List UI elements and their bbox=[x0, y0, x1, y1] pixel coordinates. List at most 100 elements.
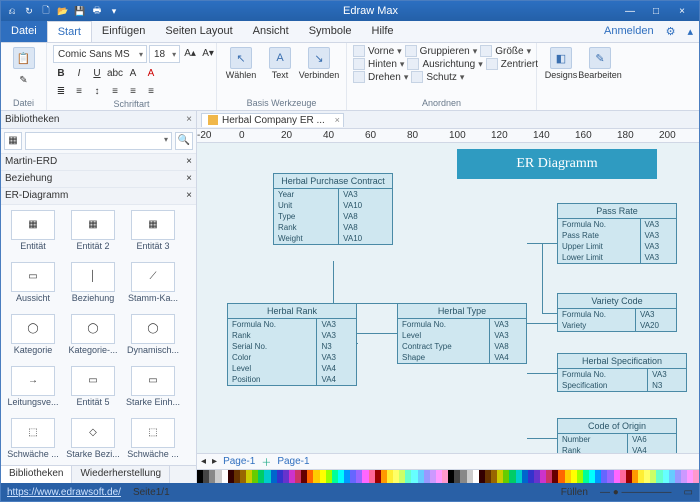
bottom-tab-bibliotheken[interactable]: Bibliotheken bbox=[1, 466, 72, 483]
numbering-button[interactable]: ≡ bbox=[71, 83, 87, 99]
qat-open-icon[interactable]: 📂 bbox=[56, 4, 70, 18]
shape-Kategorie[interactable]: ◯Kategorie bbox=[3, 311, 63, 363]
shape-Entität 3[interactable]: ▦Entität 3 bbox=[123, 207, 183, 259]
qat-save-icon[interactable]: 💾 bbox=[73, 4, 87, 18]
arrange-group[interactable]: Gruppieren bbox=[420, 46, 470, 57]
document-tab[interactable]: Herbal Company ER ...× bbox=[201, 113, 344, 127]
menu-symbols[interactable]: Symbole bbox=[299, 21, 362, 42]
designs-button[interactable]: ◧Designs bbox=[543, 45, 579, 80]
group-erd-close[interactable]: × bbox=[186, 190, 192, 201]
font-size-select[interactable]: 18 bbox=[149, 45, 180, 63]
page-nav-prev[interactable]: ◂ bbox=[201, 456, 206, 467]
format-painter-icon[interactable]: ✎ bbox=[16, 72, 32, 88]
font-shrink-icon[interactable]: A▾ bbox=[200, 45, 216, 61]
entity-spec[interactable]: Herbal SpecificationFormula No.VA3Specif… bbox=[557, 353, 687, 392]
menu-start[interactable]: Start bbox=[47, 21, 92, 42]
arrange-back[interactable]: Hinten bbox=[368, 59, 397, 70]
color-swatch[interactable] bbox=[693, 470, 699, 483]
align-center-button[interactable]: ≡ bbox=[125, 83, 141, 99]
diagram-title[interactable]: ER Diagramm bbox=[457, 149, 657, 179]
shape-Aussicht[interactable]: ▭Aussicht bbox=[3, 259, 63, 311]
highlight-button[interactable]: A bbox=[125, 65, 141, 81]
group-beziehung-close[interactable]: × bbox=[186, 173, 192, 184]
canvas[interactable]: ER Diagramm Herbal Purchase ContractYear… bbox=[197, 143, 699, 453]
paste-button[interactable]: 📋 bbox=[6, 45, 42, 69]
group-martin-close[interactable]: × bbox=[186, 156, 192, 167]
library-add-icon[interactable]: ▦ bbox=[4, 132, 22, 150]
arrange-rotate[interactable]: Drehen bbox=[368, 72, 401, 83]
shape-Stamm-Ka...[interactable]: ⟋Stamm-Ka... bbox=[123, 259, 183, 311]
qat-redo-icon[interactable]: ↻ bbox=[22, 4, 36, 18]
settings-icon[interactable]: ⚙ bbox=[660, 21, 682, 42]
edit-button[interactable]: ✎Bearbeiten bbox=[582, 45, 618, 80]
shape-Schwäche ...[interactable]: ⬚Schwäche ... bbox=[123, 415, 183, 465]
bold-button[interactable]: B bbox=[53, 65, 69, 81]
library-search-icon[interactable]: 🔍 bbox=[175, 132, 193, 150]
menu-insert[interactable]: Einfügen bbox=[92, 21, 155, 42]
doc-tab-close-icon[interactable]: × bbox=[335, 115, 340, 125]
bullets-button[interactable]: ≣ bbox=[53, 83, 69, 99]
shape-Dynamisch...[interactable]: ◯Dynamisch... bbox=[123, 311, 183, 363]
zoom-fit-icon[interactable]: ▭ bbox=[684, 487, 693, 498]
underline-button[interactable]: U bbox=[89, 65, 105, 81]
window-close[interactable]: × bbox=[669, 6, 695, 17]
library-close-icon[interactable]: × bbox=[186, 114, 192, 125]
color-bar[interactable] bbox=[197, 469, 699, 483]
page-add[interactable]: ＋ bbox=[261, 454, 271, 469]
window-max[interactable]: □ bbox=[643, 6, 669, 17]
shape-Beziehung[interactable]: │Beziehung bbox=[63, 259, 123, 311]
fontcolor-button[interactable]: A bbox=[143, 65, 159, 81]
shape-Schwäche ...[interactable]: ⬚Schwäche ... bbox=[3, 415, 63, 465]
page-nav-next[interactable]: ▸ bbox=[212, 456, 217, 467]
shape-Entität 5[interactable]: ▭Entität 5 bbox=[63, 363, 123, 415]
zoom-slider[interactable]: — ● ————— bbox=[600, 487, 672, 498]
library-search-input[interactable] bbox=[25, 132, 172, 150]
entity-pass[interactable]: Pass RateFormula No.VA3Pass RateVA3Upper… bbox=[557, 203, 677, 264]
shape-Entität 2[interactable]: ▦Entität 2 bbox=[63, 207, 123, 259]
arrange-align[interactable]: Ausrichtung bbox=[422, 59, 475, 70]
collapse-ribbon-icon[interactable]: ▴ bbox=[681, 21, 699, 42]
group-beziehung[interactable]: Beziehung bbox=[5, 173, 52, 184]
select-tool[interactable]: ↖Wählen bbox=[223, 45, 259, 80]
qat-undo-icon[interactable]: ⎌ bbox=[5, 4, 19, 18]
font-grow-icon[interactable]: A▴ bbox=[182, 45, 198, 61]
shape-Starke Bezi...[interactable]: ◇Starke Bezi... bbox=[63, 415, 123, 465]
strike-button[interactable]: abc bbox=[107, 65, 123, 81]
menu-view[interactable]: Ansicht bbox=[243, 21, 299, 42]
page-current[interactable]: Page-1 bbox=[223, 456, 255, 467]
align-right-button[interactable]: ≡ bbox=[143, 83, 159, 99]
group-erdiagramm[interactable]: ER-Diagramm bbox=[5, 190, 68, 201]
text-tool[interactable]: AText bbox=[262, 45, 298, 80]
qat-new-icon[interactable]: 🗋 bbox=[39, 4, 53, 18]
window-min[interactable]: — bbox=[617, 6, 643, 17]
arrange-size[interactable]: Größe bbox=[495, 46, 523, 57]
entity-purchase[interactable]: Herbal Purchase ContractYearVA3UnitVA10T… bbox=[273, 173, 393, 245]
arrange-protect[interactable]: Schutz bbox=[426, 72, 457, 83]
arrange-center[interactable]: Zentriert bbox=[501, 59, 538, 70]
shape-Entität[interactable]: ▦Entität bbox=[3, 207, 63, 259]
page-alt[interactable]: Page-1 bbox=[277, 456, 309, 467]
qat-print-icon[interactable]: 🖶 bbox=[90, 4, 104, 18]
shape-Starke Einh...[interactable]: ▭Starke Einh... bbox=[123, 363, 183, 415]
shape-Kategorie-...[interactable]: ◯Kategorie-... bbox=[63, 311, 123, 363]
qat-more-icon[interactable]: ▾ bbox=[107, 4, 121, 18]
shape-Leitungsve...[interactable]: →Leitungsve... bbox=[3, 363, 63, 415]
bottom-tab-wiederherstellung[interactable]: Wiederherstellung bbox=[72, 466, 170, 483]
menu-help[interactable]: Hilfe bbox=[362, 21, 404, 42]
linespacing-button[interactable]: ↕ bbox=[89, 83, 105, 99]
signin-link[interactable]: Anmelden bbox=[598, 21, 660, 42]
menu-pagelayout[interactable]: Seiten Layout bbox=[155, 21, 242, 42]
align-left-button[interactable]: ≡ bbox=[107, 83, 123, 99]
group-martin-erd[interactable]: Martin-ERD bbox=[5, 156, 57, 167]
entity-rank[interactable]: Herbal RankFormula No.VA3RankVA3Serial N… bbox=[227, 303, 357, 386]
font-family-select[interactable]: Comic Sans MS bbox=[53, 45, 147, 63]
entity-origin[interactable]: Code of OriginNumberVA6RankVA4ProvinceVA… bbox=[557, 418, 677, 453]
italic-button[interactable]: I bbox=[71, 65, 87, 81]
status-url[interactable]: https://www.edrawsoft.de/ bbox=[7, 487, 121, 498]
status-fill[interactable]: Füllen bbox=[561, 487, 588, 498]
entity-variety[interactable]: Variety CodeFormula No.VA3VarietyVA20 bbox=[557, 293, 677, 332]
entity-type[interactable]: Herbal TypeFormula No.VA3LevelVA3Contrac… bbox=[397, 303, 527, 364]
menu-file[interactable]: Datei bbox=[1, 21, 47, 42]
connector-tool[interactable]: ↘Verbinden bbox=[301, 45, 337, 80]
arrange-front[interactable]: Vorne bbox=[368, 46, 394, 57]
